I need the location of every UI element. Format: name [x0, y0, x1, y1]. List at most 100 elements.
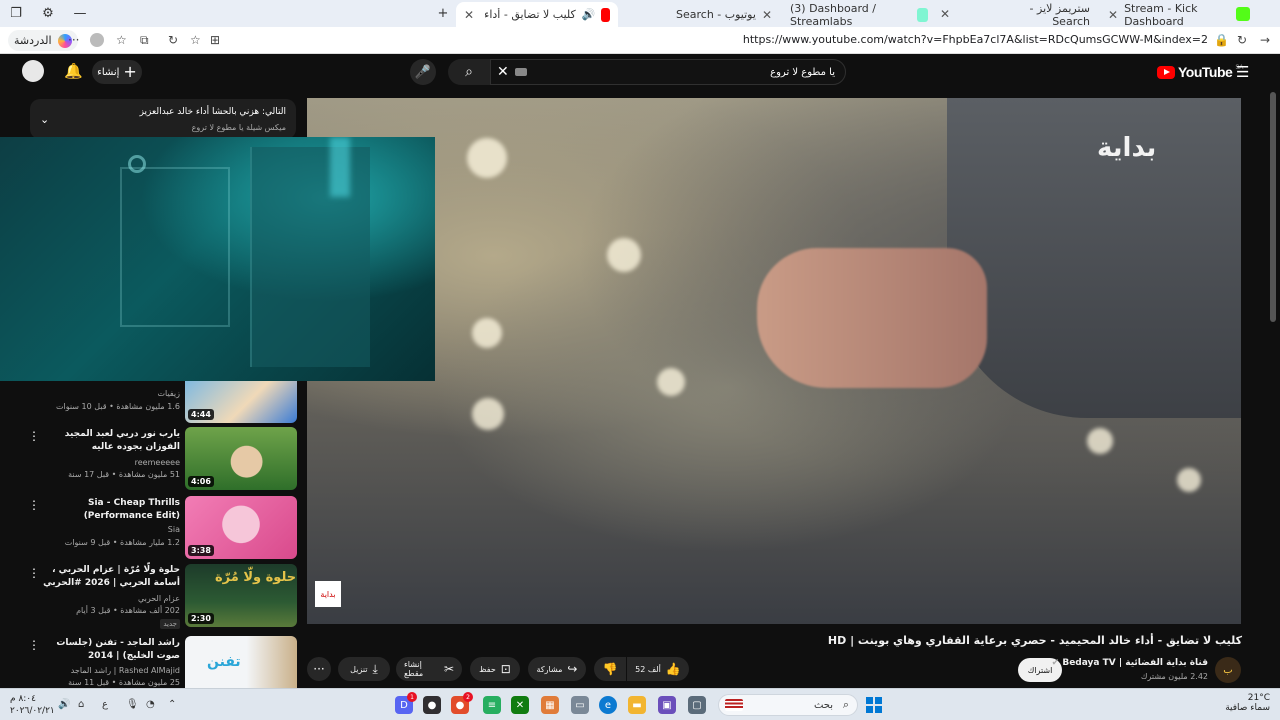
more-options-icon[interactable]: ⋮ — [28, 566, 40, 580]
thumbnail[interactable]: تفنن — [185, 636, 297, 688]
video-title[interactable]: حلوة ولّا مُرّة | عزام الحربي ، أسامة ال… — [30, 564, 180, 590]
tray-app-icon[interactable]: ◔ — [146, 699, 155, 710]
tab-youtube-search[interactable]: ✕ يوتيوب - Search — [620, 2, 780, 27]
video-title[interactable]: راشد الماجد - تفنن (جلسات صوت الخليج) | … — [30, 637, 180, 663]
tab-actions-icon[interactable]: ❐ — [0, 0, 32, 27]
add-favorite-icon[interactable]: ☆ — [190, 33, 201, 47]
language-indicator[interactable]: ع — [102, 699, 108, 710]
clip-button[interactable]: إنشاء مقطع ✂ — [396, 657, 462, 681]
search-button[interactable]: ⌕ — [448, 59, 490, 85]
chevron-down-icon[interactable]: ⌄ — [40, 113, 49, 126]
url-field[interactable]: https://www.youtube.com/watch?v=FhpbEa7c… — [743, 33, 1208, 46]
video-frame-light — [1177, 468, 1201, 492]
like-button[interactable]: 52 ألف 👍 — [627, 657, 689, 681]
video-player[interactable]: بداية بداية — [307, 98, 1241, 624]
save-button[interactable]: حفظ ⊡ — [470, 657, 520, 681]
clear-search-icon[interactable]: ✕ — [497, 64, 509, 80]
windows-start-icon[interactable] — [866, 697, 882, 713]
list-item[interactable]: 4:06 يارب نور دربي لعبد المجيد الفوزان ب… — [0, 427, 300, 491]
up-next-panel[interactable]: ⌄ التالي: هزني بالحشا أداء خالد عبدالعزي… — [30, 99, 296, 139]
channel-name[interactable]: reemeeeee — [135, 458, 180, 467]
thumbnail-text: حلوة ولّا مُرّة — [215, 570, 297, 585]
store-icon[interactable]: ▣ — [658, 696, 676, 714]
voice-search-mic-icon[interactable]: 🎤 — [410, 59, 436, 85]
photos-icon[interactable]: ▦ — [541, 696, 559, 714]
list-item[interactable]: 4:44 زيفيات 1.6 مليون مشاهدة • قبل 10 سن… — [0, 380, 300, 424]
menu-hamburger-icon[interactable]: ☰ — [1236, 63, 1249, 81]
page-scrollbar[interactable] — [1270, 92, 1276, 322]
more-icon[interactable]: ··· — [68, 33, 79, 47]
search-icon: ⌕ — [842, 698, 849, 711]
mic-icon[interactable]: 🎙 — [126, 699, 139, 710]
more-options-icon[interactable]: ⋮ — [28, 429, 40, 443]
network-icon[interactable]: ⌂ — [78, 699, 84, 710]
lock-icon: 🔒 — [1214, 33, 1229, 47]
duration-badge: 4:44 — [188, 409, 214, 420]
more-options-icon[interactable]: ⋮ — [28, 498, 40, 512]
tab-streams-search[interactable]: ستريمز لايز - Search — [998, 2, 1098, 28]
dislike-button[interactable]: 👎 — [594, 657, 626, 681]
list-item[interactable]: 3:38 Sia - Cheap Thrills (Performance Ed… — [0, 496, 300, 560]
volume-icon[interactable]: 🔊 — [58, 699, 70, 710]
vertical-tabs-icon[interactable]: — — [64, 0, 96, 27]
tab-label: Stream - Kick Dashboard — [1124, 1, 1198, 28]
tab-menu-icon[interactable]: ⚙ — [32, 0, 64, 27]
thumbnail[interactable]: حلوة ولّا مُرّة 2:30 — [185, 564, 297, 627]
discord-icon[interactable]: D1 — [395, 692, 417, 714]
window-icon[interactable]: ▭ — [571, 696, 589, 714]
obs-icon[interactable]: ● — [423, 696, 441, 714]
list-item[interactable]: حلوة ولّا مُرّة 2:30 حلوة ولّا مُرّة | ع… — [0, 564, 300, 630]
audio-app-icon[interactable]: ≡ — [483, 696, 501, 714]
channel-name[interactable]: عزام الحربي — [138, 594, 180, 603]
new-tab-button[interactable]: + — [427, 0, 459, 27]
file-explorer-icon[interactable]: ▬ — [628, 696, 646, 714]
create-button[interactable]: إنشاء + — [92, 60, 142, 84]
notifications-bell-icon[interactable]: 🔔 — [64, 62, 83, 80]
taskbar-search[interactable]: بحث ⌕ — [718, 694, 858, 716]
app-available-icon[interactable]: ⊞ — [210, 33, 220, 47]
avatar[interactable] — [22, 60, 44, 82]
close-tab-icon[interactable]: ✕ — [940, 7, 950, 21]
video-title[interactable]: يارب نور دربي لعبد المجيد الفوزان بجوده … — [30, 428, 180, 454]
close-tab-icon[interactable]: ✕ — [762, 8, 772, 22]
close-tab-icon[interactable]: ✕ — [1108, 8, 1118, 22]
overlay-lamp — [128, 155, 146, 173]
thumbnail-text: تفنن — [207, 654, 241, 670]
keyboard-icon[interactable] — [515, 68, 527, 76]
thumbnail[interactable]: 4:44 — [185, 380, 297, 423]
profile-icon[interactable] — [90, 33, 104, 47]
close-tab-icon[interactable]: ✕ — [464, 8, 474, 22]
channel-name[interactable]: زيفيات — [157, 389, 180, 398]
share-button[interactable]: مشاركة ↪ — [528, 657, 586, 681]
extensions-icon[interactable]: ⧉ — [140, 33, 149, 48]
channel-name[interactable]: Rashed AlMajid | راشد الماجد — [71, 666, 180, 675]
speaker-icon[interactable]: 🔊 — [582, 8, 596, 21]
channel-name-main[interactable]: قناة بداية الفضائية | Bedaya TV ✔ — [1052, 658, 1208, 668]
download-button[interactable]: تنزيل ⤓ — [338, 657, 390, 681]
floating-camera-overlay[interactable] — [0, 137, 435, 381]
edge-browser-icon[interactable]: e — [599, 696, 617, 714]
channel-watermark: بداية — [1097, 133, 1157, 163]
thumbnail[interactable]: 3:38 — [185, 496, 297, 559]
xbox-icon[interactable]: ✕ — [511, 696, 529, 714]
list-item[interactable]: تفنن راشد الماجد - تفنن (جلسات صوت الخلي… — [0, 636, 300, 688]
video-title[interactable]: Sia - Cheap Thrills (Performance Edit) — [30, 497, 180, 523]
tray-overflow-icon[interactable]: ⌃ — [168, 699, 176, 710]
channel-avatar[interactable]: ب — [1215, 657, 1241, 683]
system-clock[interactable]: ٨:٠٤ م ٢٠٢٦/٠٢/٢١ — [10, 693, 55, 717]
more-options-icon[interactable]: ⋮ — [28, 638, 40, 652]
more-actions-button[interactable]: ··· — [307, 657, 331, 681]
back-icon[interactable]: → — [1260, 33, 1270, 47]
youtube-logo[interactable]: YouTube SA — [1157, 64, 1243, 80]
tab-youtube-video[interactable]: 🔊 كليب لا تضايق - أداء خالد المحي... ✕ — [456, 2, 618, 27]
favorites-icon[interactable]: ☆ — [116, 33, 127, 47]
tab-streamlabs[interactable]: (3) Dashboard / Streamlabs — [782, 2, 936, 28]
streaming-app-icon[interactable]: ● 2 — [451, 692, 473, 714]
search-input[interactable]: ✕ يا مطوع لا تروع — [490, 59, 846, 85]
refresh-page-icon[interactable]: ↻ — [168, 33, 178, 47]
weather-widget[interactable]: 21°C سماء صافية — [1225, 693, 1270, 713]
thumbnail[interactable]: 4:06 — [185, 427, 297, 490]
reload-icon[interactable]: ↻ — [1237, 33, 1247, 47]
task-view-icon[interactable]: ▢ — [688, 696, 706, 714]
channel-name[interactable]: Sia — [168, 525, 180, 534]
